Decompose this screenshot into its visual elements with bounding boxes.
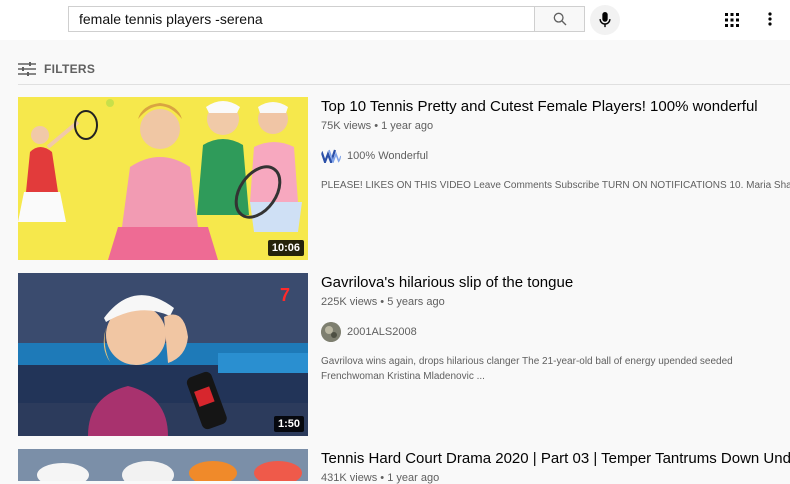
video-duration: 1:50 <box>273 416 304 432</box>
thumbnail-image <box>18 449 308 481</box>
video-description: PLEASE! LIKES ON THIS VIDEO Leave Commen… <box>321 180 790 191</box>
search-button[interactable] <box>534 6 585 32</box>
video-info: Top 10 Tennis Pretty and Cutest Female P… <box>321 97 790 193</box>
apps-grid-icon <box>725 13 739 27</box>
channel-avatar <box>321 322 341 342</box>
filters-label: FILTERS <box>44 62 96 76</box>
video-info: Tennis Hard Court Drama 2020 | Part 03 |… <box>321 449 790 484</box>
search-icon <box>553 12 566 26</box>
video-title[interactable]: Tennis Hard Court Drama 2020 | Part 03 |… <box>321 449 790 469</box>
channel-logo-icon <box>321 149 341 163</box>
mic-icon <box>599 12 611 28</box>
video-meta: 225K views • 5 years ago <box>321 296 445 308</box>
channel-name: 100% Wonderful <box>347 150 429 162</box>
search-input[interactable]: female tennis players -serena <box>68 6 534 32</box>
thumbnail-image <box>18 97 308 260</box>
video-thumbnail[interactable]: 7 1:50 <box>18 273 308 436</box>
thumbnail-image: 7 <box>18 273 308 436</box>
video-thumbnail[interactable] <box>18 449 308 481</box>
video-description: Gavrilova wins again, drops hilarious cl… <box>321 356 733 382</box>
video-info: Gavrilova's hilarious slip of the tongue… <box>321 273 790 384</box>
filters-button[interactable]: FILTERS <box>18 58 95 80</box>
search-query-text: female tennis players -serena <box>79 11 263 27</box>
video-title[interactable]: Gavrilova's hilarious slip of the tongue <box>321 273 790 293</box>
more-vert-icon <box>768 12 772 26</box>
video-title[interactable]: Top 10 Tennis Pretty and Cutest Female P… <box>321 97 790 117</box>
video-meta: 75K views • 1 year ago <box>321 120 434 132</box>
channel-link[interactable]: 2001ALS2008 <box>321 322 790 342</box>
voice-search-button[interactable] <box>590 5 620 35</box>
filters-divider <box>18 84 790 85</box>
video-thumbnail[interactable]: 10:06 <box>18 97 308 260</box>
masthead: female tennis players -serena <box>0 0 790 40</box>
video-duration: 10:06 <box>267 240 304 256</box>
video-meta: 431K views • 1 year ago <box>321 472 440 484</box>
channel-name: 2001ALS2008 <box>347 326 417 338</box>
tune-icon <box>18 62 36 76</box>
svg-text:7: 7 <box>280 285 290 305</box>
channel-link[interactable]: 100% Wonderful <box>321 146 790 166</box>
video-result: 7 1:50 Gavrilova's hilarious slip of the… <box>18 273 790 438</box>
apps-button[interactable] <box>722 10 742 30</box>
more-options-button[interactable] <box>760 9 780 29</box>
video-result: 10:06 Top 10 Tennis Pretty and Cutest Fe… <box>18 97 790 262</box>
channel-avatar <box>321 146 341 166</box>
video-result: Tennis Hard Court Drama 2020 | Part 03 |… <box>18 449 790 484</box>
avatar-icon <box>321 322 341 342</box>
